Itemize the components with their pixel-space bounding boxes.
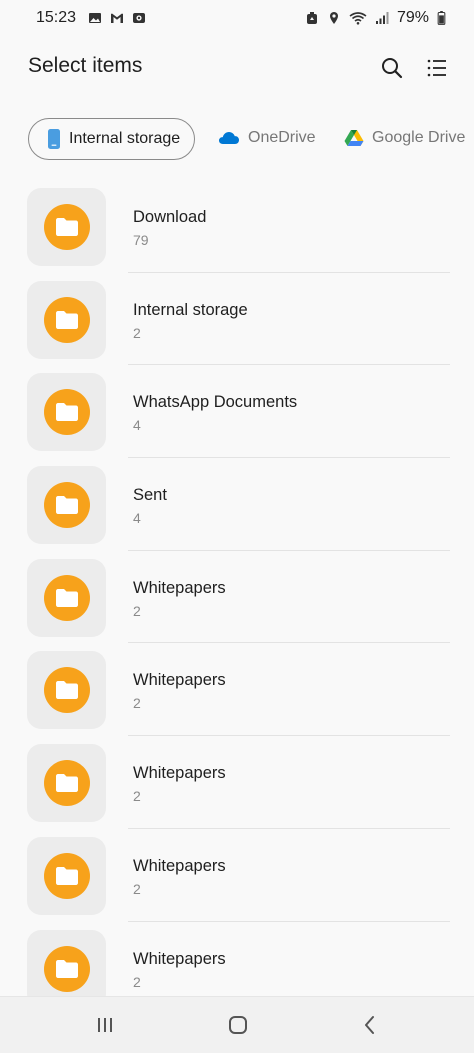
folder-row[interactable]: Whitepapers 2 bbox=[0, 736, 474, 829]
folder-item-count: 2 bbox=[133, 973, 141, 990]
signal-icon bbox=[375, 12, 389, 24]
folder-item-count: 2 bbox=[133, 695, 141, 712]
chip-label: Google Drive bbox=[372, 129, 466, 146]
navigation-bar bbox=[0, 996, 474, 1053]
folder-thumbnail bbox=[27, 373, 106, 452]
folder-row[interactable]: Whitepapers 2 bbox=[0, 829, 474, 922]
folder-name: Download bbox=[133, 208, 207, 226]
folder-thumbnail bbox=[27, 836, 106, 915]
wifi-icon bbox=[349, 12, 367, 25]
chip-internal-storage[interactable]: Internal storage bbox=[28, 118, 196, 160]
folder-item-count: 2 bbox=[133, 788, 141, 805]
folder-icon bbox=[55, 310, 78, 329]
back-icon bbox=[365, 1016, 374, 1034]
storage-chips: Internal storage OneDrive Google Drive bbox=[0, 118, 474, 162]
folder-icon bbox=[55, 588, 78, 607]
folder-name: Whitepapers bbox=[133, 949, 226, 968]
list-view-button[interactable] bbox=[419, 50, 455, 86]
status-left: 15:23 bbox=[36, 9, 146, 27]
folder-icon bbox=[55, 218, 78, 236]
chip-onedrive[interactable]: OneDrive bbox=[218, 118, 316, 158]
file-picker-screen: 15:23 79% Select items Internal storage … bbox=[0, 0, 474, 1053]
folder-name: Whitepapers bbox=[133, 764, 226, 783]
battery-icon bbox=[437, 11, 446, 25]
list-view-icon bbox=[427, 59, 446, 77]
status-right: 79% bbox=[305, 9, 446, 27]
folder-item-count: 2 bbox=[133, 324, 141, 341]
folder-thumbnail bbox=[27, 466, 106, 545]
status-bar: 15:23 79% bbox=[0, 0, 474, 36]
home-button[interactable] bbox=[220, 1009, 256, 1041]
folder-item-count: 79 bbox=[133, 232, 149, 248]
recents-icon bbox=[98, 1018, 112, 1032]
folder-item-count: 2 bbox=[133, 602, 141, 619]
status-time: 15:23 bbox=[36, 9, 77, 26]
folder-name: Sent bbox=[133, 486, 167, 505]
recents-button[interactable] bbox=[87, 1009, 123, 1041]
chip-label: Internal storage bbox=[69, 130, 181, 147]
folder-row[interactable]: WhatsApp Documents 4 bbox=[0, 365, 474, 459]
folder-list: Download 79 Internal storage 2 WhatsApp … bbox=[0, 180, 474, 1014]
page-title: Select items bbox=[28, 54, 143, 77]
camera-notification-icon bbox=[133, 13, 146, 23]
folder-thumbnail bbox=[27, 280, 106, 359]
back-button[interactable] bbox=[352, 1009, 388, 1041]
folder-row[interactable]: Whitepapers 2 bbox=[0, 643, 474, 737]
folder-thumbnail bbox=[27, 188, 106, 266]
folder-icon bbox=[55, 959, 78, 978]
folder-name: WhatsApp Documents bbox=[133, 393, 298, 412]
folder-icon bbox=[55, 866, 78, 885]
app-header: Select items bbox=[0, 40, 474, 96]
folder-row[interactable]: Whitepapers 2 bbox=[0, 551, 474, 644]
chip-google-drive[interactable]: Google Drive bbox=[344, 118, 465, 158]
folder-item-count: 4 bbox=[133, 417, 141, 434]
folder-icon bbox=[55, 403, 78, 422]
folder-row[interactable]: Download 79 bbox=[0, 180, 474, 273]
folder-name: Whitepapers bbox=[133, 578, 226, 597]
folder-item-count: 4 bbox=[133, 510, 141, 527]
location-icon bbox=[329, 12, 338, 24]
onedrive-icon bbox=[219, 132, 239, 144]
home-icon bbox=[229, 1016, 247, 1034]
battery-percent: 79% bbox=[396, 9, 429, 26]
phone-icon bbox=[48, 129, 60, 149]
folder-item-count: 2 bbox=[133, 880, 141, 897]
folder-icon bbox=[55, 774, 78, 793]
folder-row[interactable]: Sent 4 bbox=[0, 458, 474, 551]
folder-thumbnail bbox=[27, 558, 106, 637]
gmail-icon bbox=[111, 13, 124, 23]
google-drive-icon bbox=[344, 130, 364, 146]
folder-icon bbox=[55, 681, 78, 700]
gallery-icon bbox=[89, 13, 102, 23]
folder-name: Whitepapers bbox=[133, 671, 226, 690]
folder-thumbnail bbox=[27, 651, 106, 730]
folder-row[interactable]: Internal storage 2 bbox=[0, 273, 474, 366]
search-button[interactable] bbox=[374, 50, 410, 86]
folder-name: Internal storage bbox=[133, 300, 248, 319]
folder-thumbnail bbox=[27, 744, 106, 823]
folder-icon bbox=[55, 496, 78, 515]
chip-label: OneDrive bbox=[248, 129, 316, 146]
folder-name: Whitepapers bbox=[133, 856, 226, 875]
search-icon bbox=[382, 58, 403, 79]
recycle-icon bbox=[306, 12, 317, 24]
